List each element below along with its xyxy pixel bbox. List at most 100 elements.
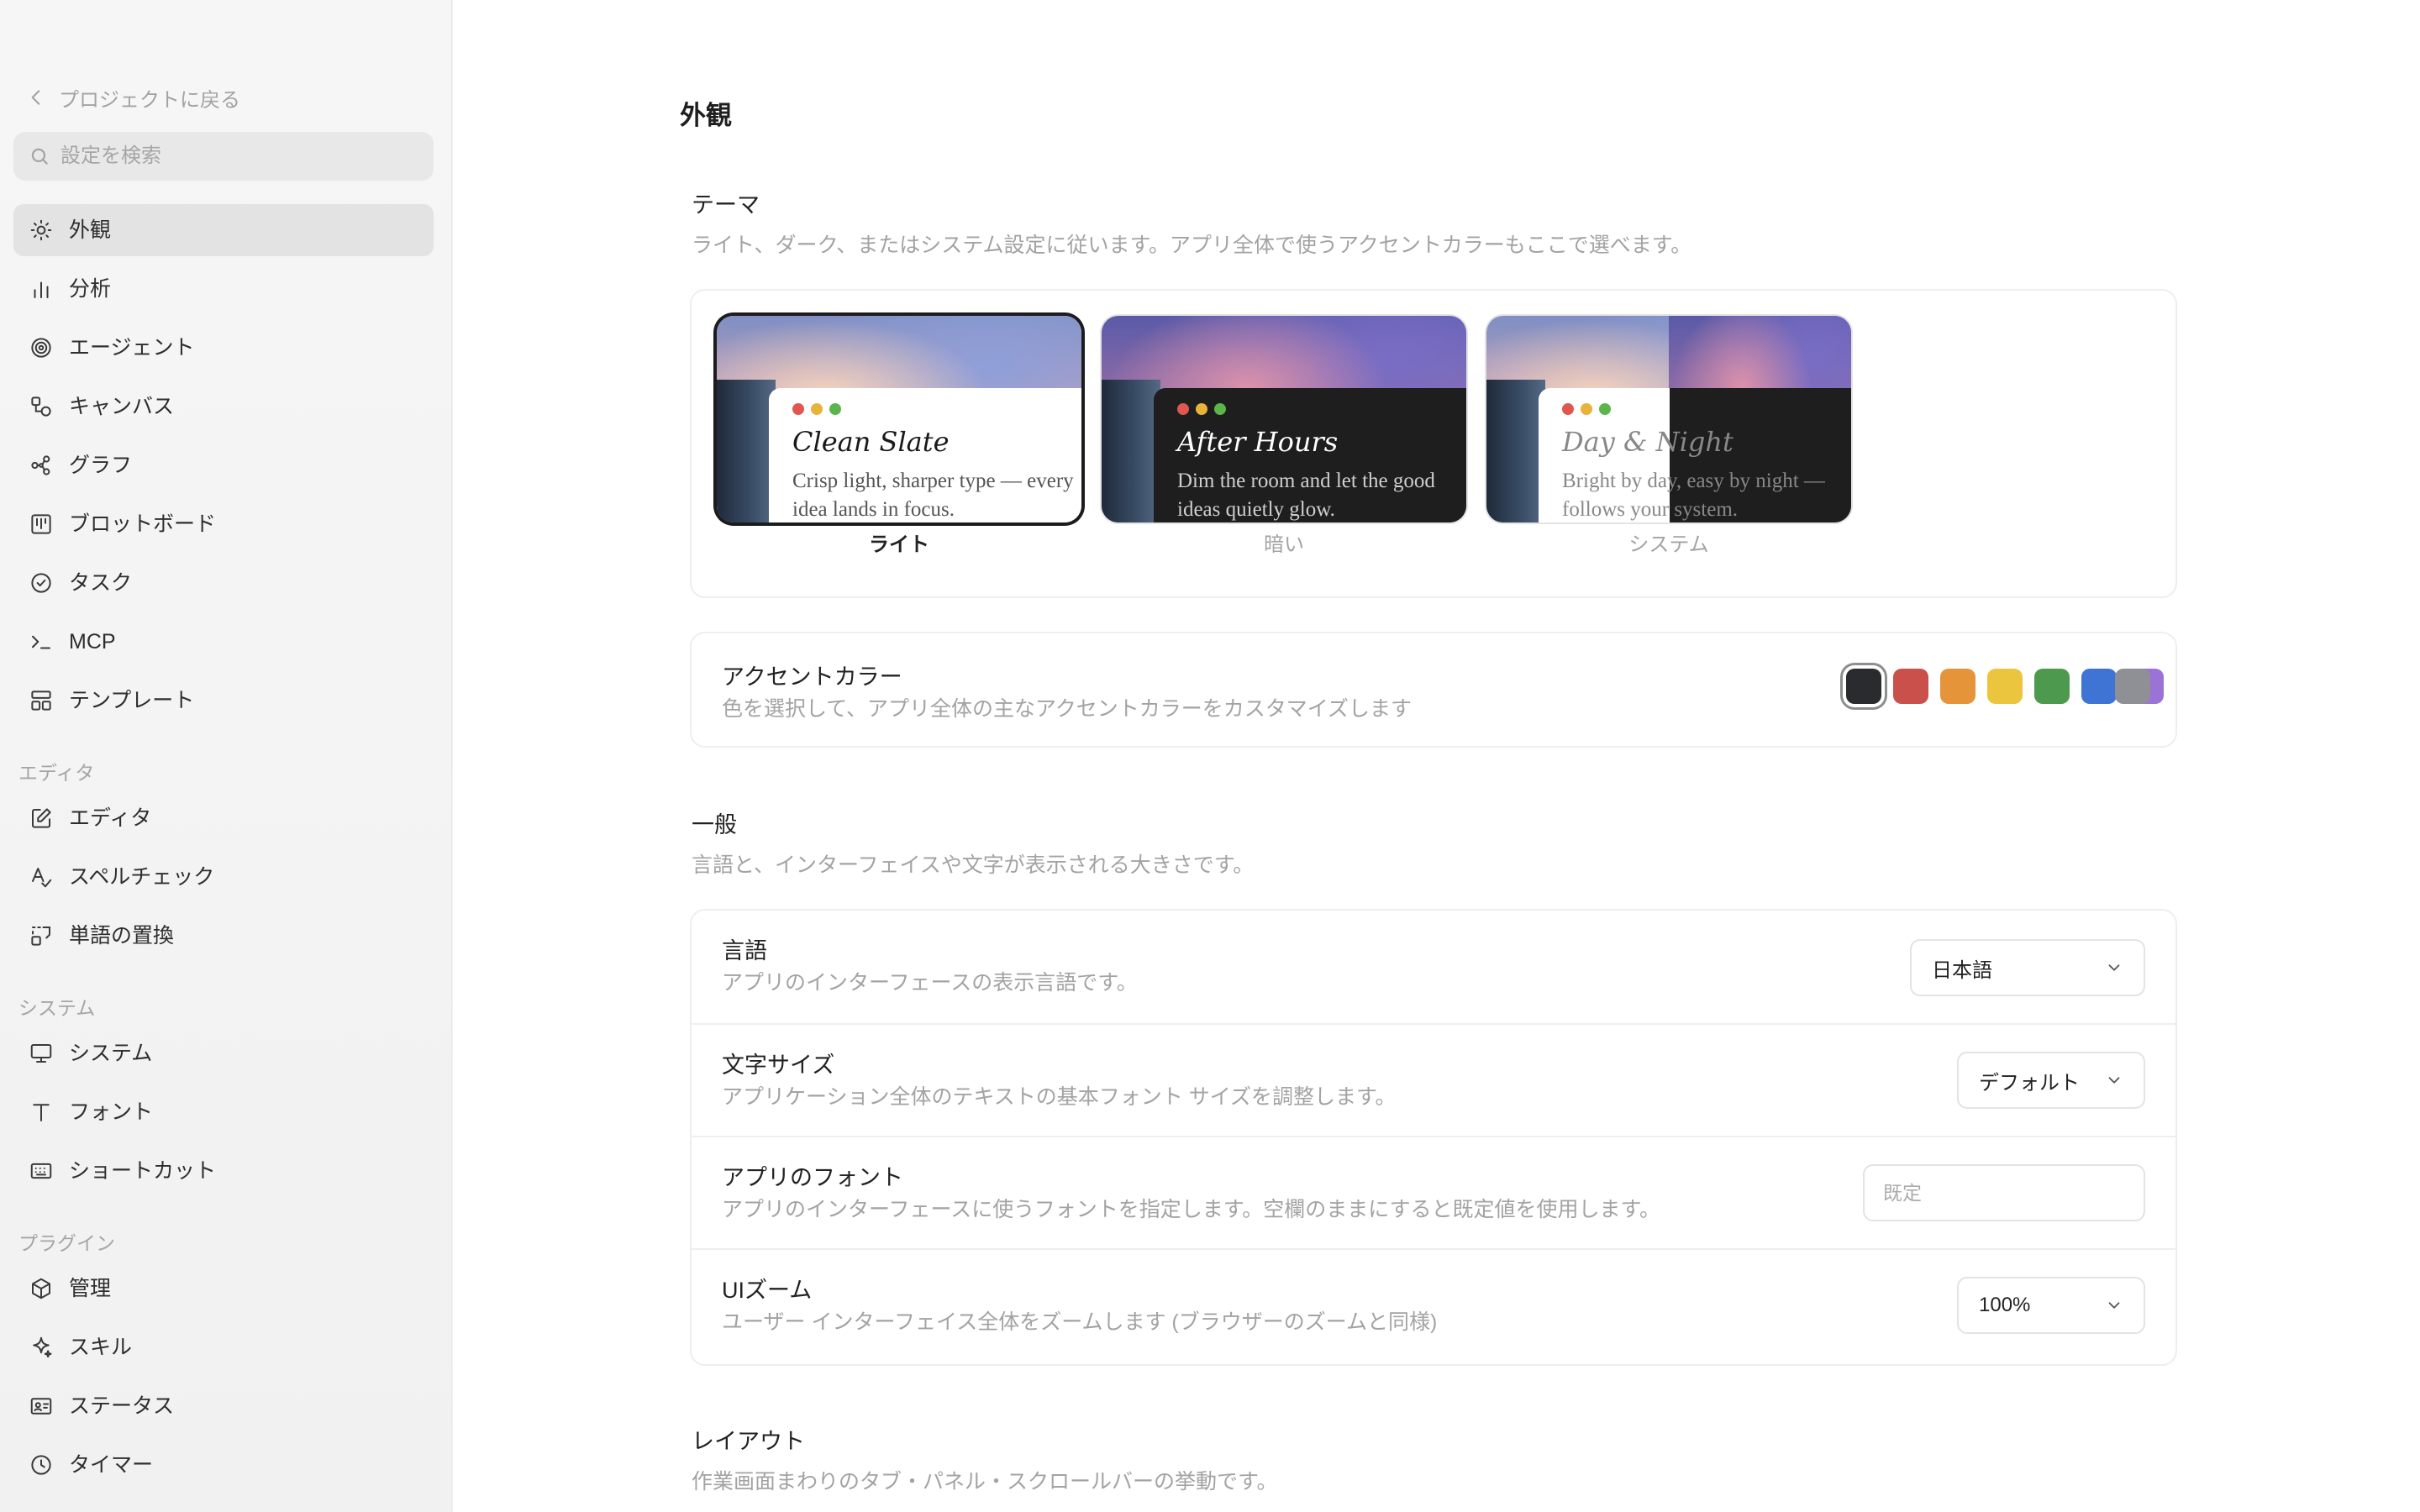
settings-window: プロジェクトに戻る 外観 分析 エージェント キャンバス グラフ	[0, 0, 2420, 1512]
font-size-title: 文字サイズ	[722, 1053, 835, 1078]
sidebar-item-label: エディタ	[69, 806, 152, 830]
theme-card: Clean Slate Crisp light, sharper type — …	[690, 289, 2177, 598]
accent-color-description: 色を選択して、アプリ全体の主なアクセントカラーをカスタマイズします	[722, 697, 1413, 721]
sidebar-item-label: グラフ	[69, 453, 133, 477]
chevron-left-icon	[31, 90, 40, 105]
sidebar-item-label: 管理	[69, 1276, 112, 1300]
sidebar-item-templates[interactable]: テンプレート	[13, 675, 434, 727]
sidebar-item-appearance[interactable]: 外観	[13, 204, 434, 256]
sidebar-item-label: MCP	[69, 629, 116, 654]
sidebar-item-label: タスク	[69, 570, 133, 595]
minimize-dot	[1581, 403, 1592, 415]
theme-description: ライト、ダーク、またはシステム設定に従います。アプリ全体で使うアクセントカラーも…	[692, 234, 1692, 257]
sidebar-section-editor: エディタ	[18, 762, 95, 784]
theme-label-light[interactable]: ライト	[717, 528, 1081, 557]
keyboard-icon	[30, 1163, 52, 1179]
theme-label-dark[interactable]: 暗い	[1102, 528, 1466, 557]
theme-label-system[interactable]: システム	[1486, 528, 1851, 557]
settings-sidebar: プロジェクトに戻る 外観 分析 エージェント キャンバス グラフ	[0, 0, 452, 1512]
font-size-description: アプリケーション全体のテキストの基本フォント サイズを調整します。	[722, 1085, 1397, 1109]
sidebar-item-skills[interactable]: スキル	[13, 1321, 434, 1373]
language-select[interactable]: 日本語	[1910, 939, 2145, 996]
minimize-dot	[811, 403, 823, 415]
general-heading: 一般	[692, 812, 737, 837]
sidebar-item-agent[interactable]: エージェント	[13, 322, 434, 374]
sidebar-item-fonts[interactable]: フォント	[13, 1086, 434, 1138]
check-circle-icon	[31, 573, 51, 593]
sidebar-item-analytics[interactable]: 分析	[13, 263, 434, 315]
settings-content: 外観 テーマ ライト、ダーク、またはシステム設定に従います。アプリ全体で使うアク…	[453, 0, 2420, 1512]
font-size-select-value: デフォルト	[1979, 1071, 2080, 1095]
theme-preview-cliff	[717, 380, 776, 522]
back-to-project-link[interactable]: プロジェクトに戻る	[25, 81, 240, 114]
theme-option-light[interactable]: Clean Slate Crisp light, sharper type — …	[717, 316, 1081, 522]
sidebar-item-plotboard[interactable]: ブロットボード	[13, 498, 434, 550]
accent-swatch-blue[interactable]	[2081, 669, 2117, 704]
sidebar-item-system[interactable]: システム	[13, 1027, 434, 1079]
sidebar-item-canvas[interactable]: キャンバス	[13, 381, 434, 433]
ui-zoom-select[interactable]: 100%	[1957, 1277, 2145, 1334]
language-select-value: 日本語	[1932, 958, 1992, 982]
sidebar-item-label: 単語の置換	[69, 923, 175, 948]
close-dot	[1177, 403, 1189, 415]
accent-swatch-orange[interactable]	[1940, 669, 1975, 704]
theme-option-system[interactable]: Day & Night Bright by day, easy by night…	[1486, 316, 1851, 522]
sidebar-item-manage[interactable]: 管理	[13, 1263, 434, 1315]
sun-icon	[30, 219, 52, 241]
spellcheck-icon	[32, 868, 52, 888]
sidebar-item-tasks[interactable]: タスク	[13, 557, 434, 609]
sidebar-section-system: システム	[18, 997, 96, 1019]
chevron-down-icon	[2108, 1077, 2120, 1084]
theme-preview-title: Clean Slate	[792, 426, 950, 458]
theme-preview-desc: Dim the room and let the good ideas quie…	[1177, 470, 1435, 521]
sidebar-item-word-replace[interactable]: 単語の置換	[13, 910, 434, 962]
accent-color-title: アクセントカラー	[722, 664, 902, 690]
theme-preview-panel: Day & Night Bright by day, easy by night…	[1539, 388, 1851, 522]
sidebar-item-editor[interactable]: エディタ	[13, 792, 434, 844]
sidebar-item-label: スキル	[69, 1335, 133, 1359]
layout-description: 作業画面まわりのタブ・パネル・スクロールバーの挙動です。	[692, 1470, 1278, 1494]
accent-swatch-gray[interactable]	[2115, 669, 2150, 704]
sidebar-item-label: スペルチェック	[69, 864, 215, 889]
sidebar-item-label: テンプレート	[69, 688, 195, 712]
edit-icon	[32, 808, 51, 828]
theme-preview-panel: After Hours Dim the room and let the goo…	[1154, 388, 1466, 522]
clock-icon	[31, 1455, 51, 1475]
maximize-dot	[1214, 403, 1226, 415]
ui-zoom-title: UIズーム	[722, 1278, 813, 1303]
sidebar-item-label: タイマー	[69, 1452, 154, 1477]
settings-search[interactable]	[13, 132, 434, 181]
font-size-select[interactable]: デフォルト	[1957, 1052, 2145, 1109]
accent-swatch-black[interactable]	[1846, 669, 1881, 704]
page-title: 外観	[680, 101, 732, 130]
type-icon	[33, 1104, 50, 1121]
accent-swatch-yellow[interactable]	[1987, 669, 2023, 704]
sidebar-item-label: 外観	[69, 218, 112, 242]
search-icon	[31, 148, 48, 165]
sidebar-item-shortcuts[interactable]: ショートカット	[13, 1145, 434, 1197]
maximize-dot	[1599, 403, 1611, 415]
sidebar-item-spellcheck[interactable]: スペルチェック	[13, 851, 434, 903]
accent-swatch-green[interactable]	[2034, 669, 2070, 704]
sidebar-item-label: エージェント	[69, 335, 195, 360]
graph-icon	[31, 455, 50, 475]
back-link-label: プロジェクトに戻る	[59, 88, 240, 112]
terminal-icon	[32, 635, 50, 649]
sidebar-item-label: ショートカット	[69, 1158, 217, 1183]
window-dots	[1562, 403, 1851, 415]
sidebar-item-label: キャンバス	[69, 394, 175, 418]
sidebar-item-status[interactable]: ステータス	[13, 1380, 434, 1432]
general-description: 言語と、インターフェイスや文字が表示される大きさです。	[692, 853, 1255, 877]
sidebar-item-graph[interactable]: グラフ	[13, 439, 434, 491]
search-input[interactable]	[60, 144, 413, 168]
sidebar-item-timer[interactable]: タイマー	[13, 1439, 434, 1491]
theme-preview-desc: Bright by day, easy by night — follows y…	[1562, 470, 1825, 521]
sidebar-item-mcp[interactable]: MCP	[13, 616, 434, 668]
maximize-dot	[829, 403, 841, 415]
sidebar-item-label: 分析	[69, 276, 112, 301]
accent-swatch-red[interactable]	[1893, 669, 1928, 704]
language-description: アプリのインターフェースの表示言語です。	[722, 971, 1138, 995]
window-dots	[792, 403, 1081, 415]
theme-option-dark[interactable]: After Hours Dim the room and let the goo…	[1102, 316, 1466, 522]
app-font-input[interactable]	[1863, 1164, 2145, 1221]
